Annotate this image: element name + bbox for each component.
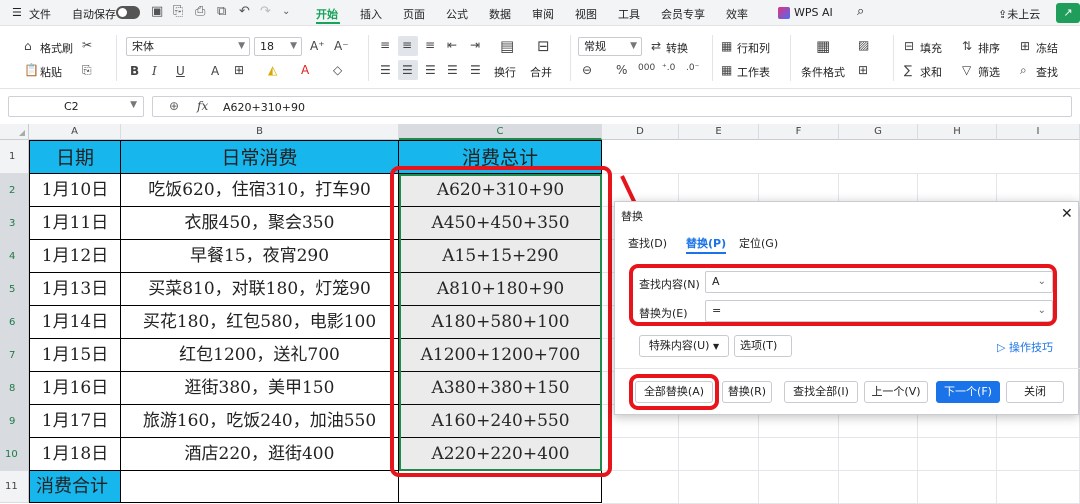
dialog-title: 替换 [621,210,643,223]
find-all-button[interactable]: 查找全部(I) [784,381,858,403]
highlight-replace-all-box [629,374,719,410]
tab-goto[interactable]: 定位(G) [739,235,778,251]
options-button[interactable]: 选项(T) [734,335,792,357]
replace-dialog: 替换 ✕ 查找(D) 替换(P) 定位(G) 查找内容(N) A ⌄ 替换为(E)… [614,201,1080,415]
divider [615,368,1080,369]
play-icon: ▷ [997,341,1006,354]
tab-replace[interactable]: 替换(P) [686,235,726,251]
replace-button[interactable]: 替换(R) [722,381,772,403]
active-tab-underline [686,252,726,254]
special-content-label: 特殊内容(U) [648,339,710,352]
highlight-fields-box [629,264,1057,326]
close-button[interactable]: 关闭 [1006,381,1064,403]
tips-link-label: 操作技巧 [1008,341,1053,354]
next-button[interactable]: 下一个(F) [936,381,1000,403]
previous-button[interactable]: 上一个(V) [864,381,928,403]
special-content-button[interactable]: 特殊内容(U) ▼ [639,335,729,357]
chevron-down-icon: ▼ [712,342,720,351]
tips-link[interactable]: ▷ 操作技巧 [997,339,1053,355]
close-icon[interactable]: ✕ [1061,206,1073,222]
tab-find[interactable]: 查找(D) [628,235,667,251]
